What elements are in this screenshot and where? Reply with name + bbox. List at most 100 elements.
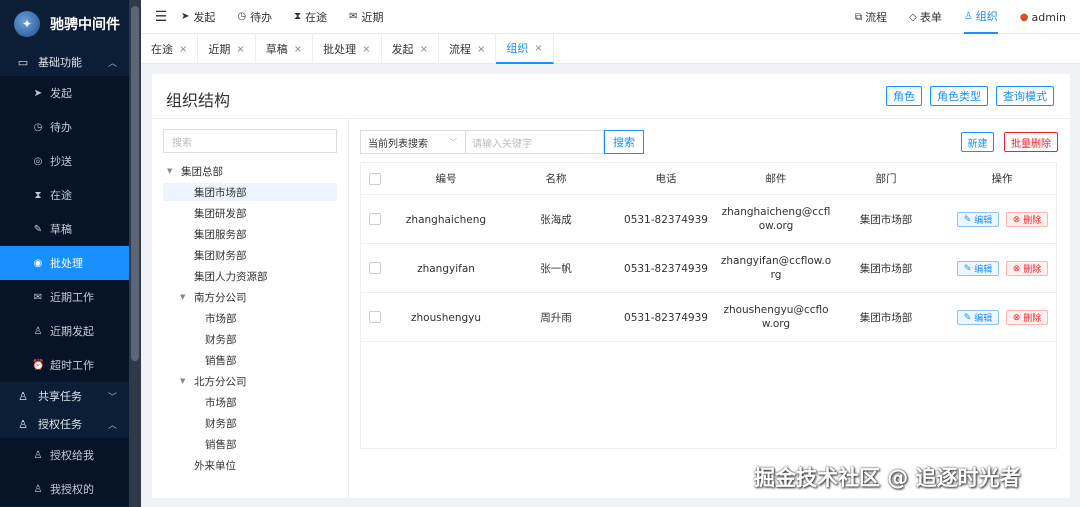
- caret-down-icon[interactable]: ▼: [167, 167, 177, 175]
- tab-flow[interactable]: 流程 ×: [439, 34, 497, 64]
- query-mode-button[interactable]: 查询模式: [996, 86, 1054, 106]
- sidebar-item-inprogress[interactable]: ⧗ 在途: [0, 178, 141, 212]
- delete-icon: ⊗: [1012, 263, 1024, 274]
- tree-node[interactable]: 集团人力资源部: [194, 267, 268, 285]
- tab-inprogress[interactable]: 在途 ×: [141, 34, 199, 64]
- search-scope-select[interactable]: 当前列表搜索 ﹀: [360, 130, 466, 154]
- sidebar-item-draft[interactable]: ✎ 草稿: [0, 212, 141, 246]
- header-nav-todo[interactable]: ◷ 待办: [237, 9, 272, 25]
- header-flow[interactable]: ⧉ 流程: [855, 0, 887, 34]
- row-checkbox[interactable]: [369, 262, 381, 274]
- delete-label: 删除: [1023, 265, 1042, 275]
- sidebar-item-overtime[interactable]: ⏰ 超时工作: [0, 348, 141, 382]
- header-user[interactable]: ● admin: [1020, 0, 1066, 34]
- role-type-button[interactable]: 角色类型: [930, 86, 988, 106]
- tab-draft[interactable]: 草稿 ×: [256, 34, 314, 64]
- sidebar-item-start[interactable]: ➤ 发起: [0, 76, 141, 110]
- avatar-icon: ●: [1019, 11, 1029, 23]
- app: ✦ 驰骋中间件 ▭ 基础功能 ︿ ➤ 发起 ◷ 待办 ◎ 抄送 ⧗ 在途 ✎ 草稿 ◉ 批处…: [0, 0, 1080, 507]
- cell-dept: 集团市场部: [859, 311, 913, 324]
- tree-node-label: 财务部: [205, 417, 237, 430]
- tab-start[interactable]: 发起 ×: [382, 34, 439, 64]
- close-icon[interactable]: ×: [236, 44, 244, 55]
- menu-group-label: 基础功能: [38, 56, 82, 69]
- logo[interactable]: ✦ 驰骋中间件: [0, 0, 141, 48]
- header-org[interactable]: ♙ 组织: [963, 0, 998, 34]
- tree-node[interactable]: 市场部: [205, 393, 237, 411]
- batch-delete-button[interactable]: 批量删除: [1004, 132, 1058, 152]
- sidebar-item-cc[interactable]: ◎ 抄送: [0, 144, 141, 178]
- sidebar-item-recent-work[interactable]: ✉ 近期工作: [0, 280, 141, 314]
- delete-button[interactable]: ⊗ 删除: [1006, 261, 1048, 276]
- new-button[interactable]: 新建: [961, 132, 994, 152]
- tree-node[interactable]: ▼ 北方分公司: [180, 372, 247, 390]
- edit-button[interactable]: ✎ 编辑: [957, 310, 999, 325]
- sidebar-item-my-grants[interactable]: ♙ 我授权的: [0, 472, 141, 506]
- sidebar-item-recent-start[interactable]: ♙ 近期发起: [0, 314, 141, 348]
- cell-email: zhangyifan@ccflow.o: [720, 255, 832, 267]
- org-tree: 搜索 ▼ 集团总部 集团市场部 集团研发部 集团服务部 集团财务部 集团人力资源部…: [152, 119, 349, 498]
- sidebar-item-granted-to-me[interactable]: ♙ 授权给我: [0, 438, 141, 472]
- caret-down-icon[interactable]: ▼: [180, 293, 190, 301]
- delete-button[interactable]: ⊗ 删除: [1006, 212, 1048, 227]
- tree-node[interactable]: 外来单位: [194, 456, 236, 474]
- keyword-input[interactable]: 请输入关键字: [466, 130, 604, 154]
- tree-node[interactable]: 集团研发部: [194, 204, 247, 222]
- close-icon[interactable]: ×: [534, 43, 542, 54]
- menu-group-authorized[interactable]: ♙ 授权任务 ︿: [0, 410, 141, 438]
- chevron-down-icon: ﹀: [449, 137, 457, 147]
- header-form[interactable]: ◇ 表单: [909, 0, 942, 34]
- tree-node[interactable]: ▼ 集团总部: [167, 162, 223, 180]
- role-button[interactable]: 角色: [886, 86, 922, 106]
- chevron-down-icon: ﹀: [107, 392, 117, 403]
- diamond-icon: ◇: [909, 11, 917, 23]
- tab-batch[interactable]: 批处理 ×: [313, 34, 382, 64]
- sidebar-item-todo[interactable]: ◷ 待办: [0, 110, 141, 144]
- tree-search-input[interactable]: 搜索: [163, 129, 337, 153]
- caret-down-icon[interactable]: ▼: [180, 377, 190, 385]
- tree-node-label: 集团市场部: [194, 186, 247, 199]
- menu-group-basic[interactable]: ▭ 基础功能 ︿: [0, 48, 141, 76]
- tab-label: 批处理: [323, 43, 357, 56]
- menu-group-shared[interactable]: ♙ 共享任务 ﹀: [0, 382, 141, 410]
- close-icon[interactable]: ×: [294, 44, 302, 55]
- folder-icon: ▭: [17, 55, 29, 69]
- tree-node[interactable]: ▼ 南方分公司: [180, 288, 247, 306]
- tree-node[interactable]: 财务部: [205, 414, 237, 432]
- table-row[interactable]: zhanghaicheng 张海成 0531-82374939 zhanghai…: [361, 195, 1056, 244]
- edit-button[interactable]: ✎ 编辑: [957, 212, 999, 227]
- close-icon[interactable]: ×: [477, 44, 485, 55]
- close-icon[interactable]: ×: [362, 44, 370, 55]
- table-row[interactable]: zhoushengyu 周升雨 0531-82374939 zhoushengy…: [361, 293, 1056, 342]
- cell-email: zhanghaicheng@ccfl: [721, 206, 831, 218]
- close-icon[interactable]: ×: [420, 44, 428, 55]
- scrollbar-thumb[interactable]: [131, 6, 139, 361]
- row-checkbox[interactable]: [369, 311, 381, 323]
- tab-org[interactable]: 组织 ×: [496, 34, 554, 64]
- sidebar-scrollbar[interactable]: [129, 0, 141, 507]
- tab-recent[interactable]: 近期 ×: [198, 34, 256, 64]
- tree-node[interactable]: 销售部: [205, 351, 237, 369]
- tree-node[interactable]: 集团财务部: [194, 246, 247, 264]
- tree-node[interactable]: 集团服务部: [194, 225, 247, 243]
- hourglass-icon: ⧗: [294, 11, 302, 22]
- tree-node[interactable]: 销售部: [205, 435, 237, 453]
- select-all-checkbox[interactable]: [369, 173, 381, 185]
- menu-toggle-icon[interactable]: ☰: [141, 9, 181, 25]
- tree-node[interactable]: 财务部: [205, 330, 237, 348]
- watermark: 掘金技术社区 @ 追逐时光者: [754, 466, 1021, 490]
- search-button[interactable]: 搜索: [604, 130, 644, 154]
- cell-phone: 0531-82374939: [624, 213, 708, 226]
- table-row[interactable]: zhangyifan 张一帆 0531-82374939 zhangyifan@…: [361, 244, 1056, 293]
- header-nav-inprogress[interactable]: ⧗ 在途: [294, 9, 327, 25]
- close-icon[interactable]: ×: [179, 44, 187, 55]
- delete-button[interactable]: ⊗ 删除: [1006, 310, 1048, 325]
- row-checkbox[interactable]: [369, 213, 381, 225]
- header-nav-start[interactable]: ➤ 发起: [181, 9, 215, 25]
- tree-node-selected[interactable]: 集团市场部: [163, 183, 337, 201]
- sidebar-item-batch[interactable]: ◉ 批处理: [0, 246, 141, 280]
- edit-button[interactable]: ✎ 编辑: [957, 261, 999, 276]
- top-button-group: 角色 角色类型 查询模式: [878, 86, 1054, 106]
- header-nav-recent[interactable]: ✉ 近期: [349, 9, 383, 25]
- tree-node[interactable]: 市场部: [205, 309, 237, 327]
